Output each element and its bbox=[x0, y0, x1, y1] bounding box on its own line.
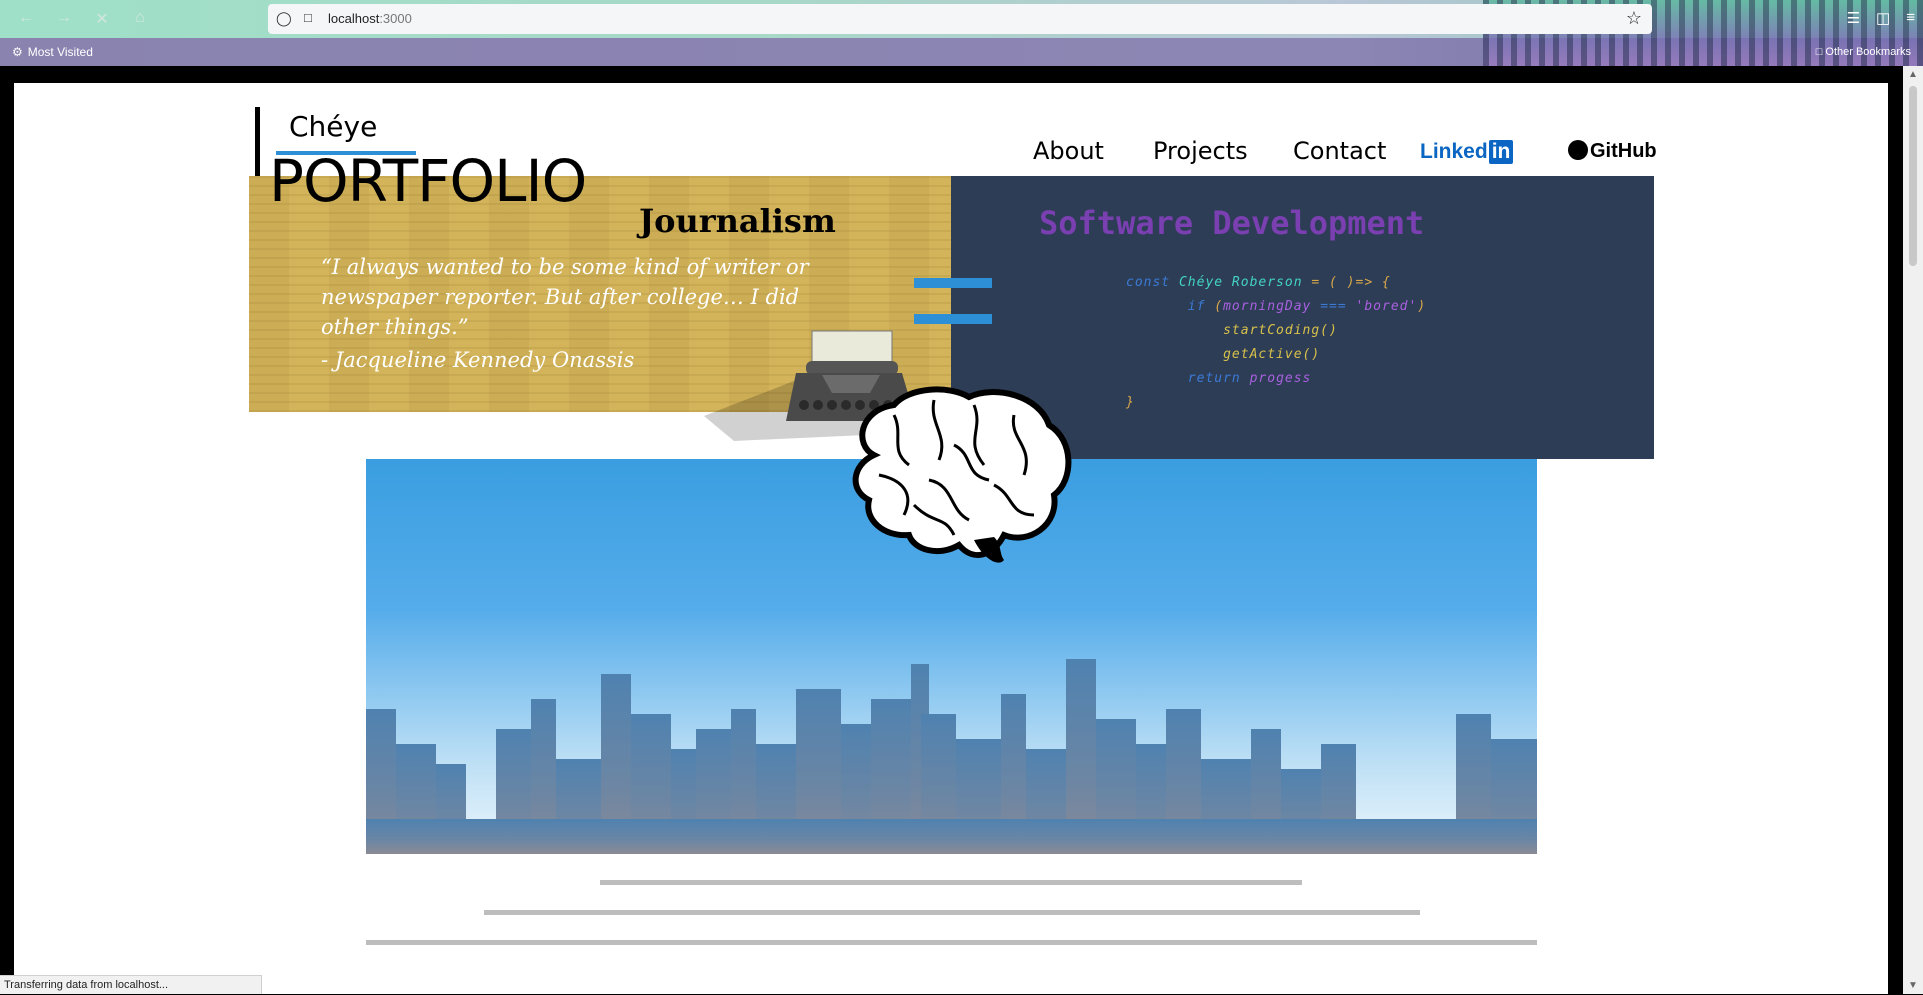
linkedin-word: Linked bbox=[1420, 140, 1488, 163]
divider-short bbox=[600, 880, 1302, 885]
star-icon[interactable]: ☆ bbox=[1626, 8, 1642, 29]
brain-icon bbox=[852, 386, 1072, 563]
code-snippet: const Chéye Roberson = ( )=> { if (morni… bbox=[1126, 271, 1426, 415]
dev-title: Software Development bbox=[1039, 204, 1425, 242]
sidebar-icon[interactable]: ◫ bbox=[1876, 9, 1890, 27]
home-icon[interactable]: ⌂ bbox=[128, 9, 152, 29]
divider-medium bbox=[484, 910, 1420, 915]
code-line-2: if (morningDay === 'bored') bbox=[1187, 299, 1427, 314]
linkedin-icon: in bbox=[1488, 140, 1514, 164]
divider-long bbox=[366, 940, 1537, 945]
browser-nav-buttons: ← → ✕ ⌂ bbox=[14, 9, 152, 29]
code-line-6: } bbox=[1126, 395, 1135, 410]
forward-arrow-icon[interactable]: → bbox=[52, 9, 76, 29]
journalism-title: Journalism bbox=[639, 202, 836, 240]
logo-name: Chéye bbox=[289, 110, 378, 143]
library-icon[interactable]: ☰ bbox=[1847, 9, 1860, 27]
address-bar[interactable]: ◯ □ localhost:3000 ☆ bbox=[268, 4, 1652, 34]
menu-icon[interactable]: ≡ bbox=[1906, 9, 1915, 27]
close-icon[interactable]: ✕ bbox=[90, 9, 114, 29]
code-line-5: return progess bbox=[1187, 371, 1312, 386]
nav-projects[interactable]: Projects bbox=[1153, 137, 1248, 165]
journalism-author: - Jacqueline Kennedy Onassis bbox=[321, 348, 635, 372]
code-line-1: const Chéye Roberson = ( )=> { bbox=[1126, 275, 1391, 290]
bookmark-most-visited[interactable]: ⚙ Most Visited bbox=[12, 45, 93, 59]
browser-right-icons: ☰ ◫ ≡ bbox=[1847, 9, 1915, 27]
code-line-3: startCoding() bbox=[1223, 323, 1338, 338]
accent-dash bbox=[914, 278, 992, 288]
back-arrow-icon[interactable]: ← bbox=[14, 9, 38, 29]
scrollbar[interactable]: ▲ ▼ bbox=[1903, 66, 1923, 994]
linkedin-link[interactable]: Linked in bbox=[1420, 140, 1514, 164]
page-viewport: Chéye About Projects Contact Linked in Gi… bbox=[14, 83, 1888, 994]
code-line-4: getActive() bbox=[1223, 347, 1321, 362]
nav-about[interactable]: About bbox=[1033, 137, 1104, 165]
url-text[interactable]: localhost:3000 bbox=[328, 11, 412, 26]
scroll-down-icon[interactable]: ▼ bbox=[1908, 980, 1918, 991]
bookmark-other[interactable]: □ Other Bookmarks bbox=[1816, 46, 1911, 58]
scroll-thumb[interactable] bbox=[1909, 86, 1917, 266]
folder-icon: □ bbox=[1815, 46, 1823, 58]
page-icon: □ bbox=[304, 10, 312, 25]
github-link[interactable]: GitHub bbox=[1568, 140, 1657, 163]
github-icon bbox=[1568, 140, 1588, 160]
status-bar: Transferring data from localhost... bbox=[0, 975, 262, 994]
logo-title: PORTFOLIO bbox=[269, 147, 587, 215]
github-label: GitHub bbox=[1590, 140, 1657, 162]
gear-icon: ⚙ bbox=[12, 45, 23, 59]
scroll-up-icon[interactable]: ▲ bbox=[1908, 69, 1918, 80]
nav-contact[interactable]: Contact bbox=[1293, 137, 1386, 165]
shield-icon[interactable]: ◯ bbox=[276, 10, 292, 27]
